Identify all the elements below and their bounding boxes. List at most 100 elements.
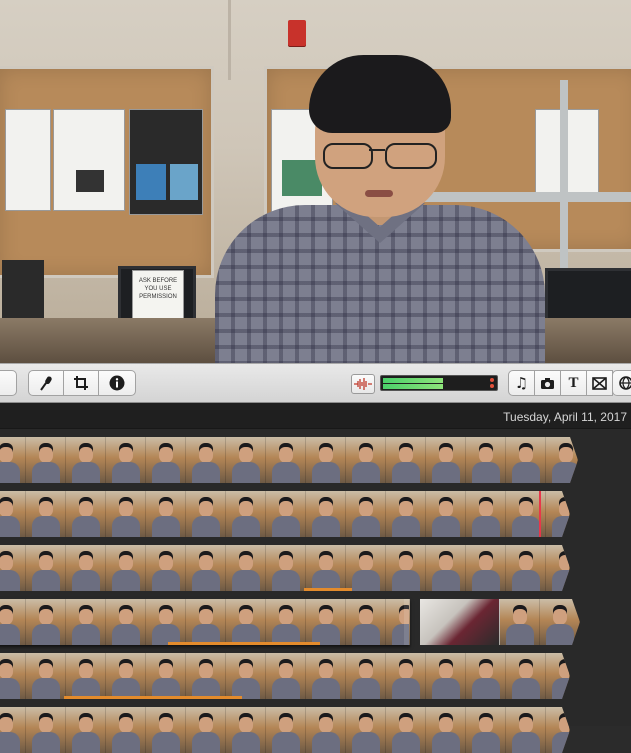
clip-thumbnail — [106, 599, 146, 645]
clip-thumbnail — [386, 653, 426, 699]
info-button[interactable] — [98, 370, 136, 396]
video-clip[interactable] — [0, 491, 570, 537]
clip-thumbnail — [0, 653, 26, 699]
clip-thumbnail — [426, 437, 466, 483]
clip-thumbnail — [266, 599, 306, 645]
clip-thumbnail — [0, 491, 26, 537]
clip-thumbnail — [546, 491, 570, 537]
clip-thumbnail — [420, 599, 500, 645]
clip-thumbnail — [146, 707, 186, 753]
clip-thumbnail — [106, 545, 146, 591]
clip-thumbnail — [66, 491, 106, 537]
clip-thumbnail — [386, 491, 426, 537]
video-clip[interactable] — [0, 653, 570, 699]
clip-thumbnail — [546, 437, 578, 483]
filmstrip-row — [0, 545, 570, 591]
clip-thumbnail — [26, 653, 66, 699]
clip-thumbnail — [66, 545, 106, 591]
clip-thumbnail — [0, 545, 26, 591]
clip-thumbnail — [226, 437, 266, 483]
clip-thumbnail — [26, 599, 66, 645]
clip-thumbnail — [26, 545, 66, 591]
photos-browser-button[interactable] — [534, 370, 561, 396]
voiceover-button[interactable] — [28, 370, 64, 396]
music-note-icon: ♫ — [515, 374, 528, 392]
clip-thumbnail — [226, 491, 266, 537]
audio-browser-button[interactable]: ♫ — [508, 370, 535, 396]
presenter — [215, 55, 545, 363]
clip-thumbnail — [426, 653, 466, 699]
event-browser[interactable]: Tuesday, April 11, 2017 — [0, 403, 631, 726]
clip-thumbnail — [386, 437, 426, 483]
globe-icon — [619, 376, 631, 390]
clip-thumbnail — [346, 707, 386, 753]
clip-thumbnail — [186, 653, 226, 699]
clip-thumbnail — [506, 653, 546, 699]
clip-thumbnail — [146, 599, 186, 645]
clip-thumbnail — [186, 491, 226, 537]
clip-thumbnail — [306, 653, 346, 699]
clip-thumbnail — [106, 437, 146, 483]
date-header: Tuesday, April 11, 2017 — [0, 403, 631, 429]
filmstrip-row — [0, 437, 578, 483]
clip-thumbnail — [546, 545, 570, 591]
clip-thumbnail — [506, 437, 546, 483]
audio-waveform-icon[interactable] — [351, 374, 375, 394]
clip-thumbnail — [106, 653, 146, 699]
clip-thumbnail — [426, 491, 466, 537]
clip-thumbnail — [426, 545, 466, 591]
clip-thumbnail — [66, 653, 106, 699]
video-clip[interactable] — [0, 437, 578, 483]
clip-thumbnail — [226, 653, 266, 699]
video-clip[interactable] — [0, 707, 570, 753]
clip-thumbnail — [346, 545, 386, 591]
clip-thumbnail — [466, 653, 506, 699]
3d-printer — [2, 260, 44, 322]
camera-icon — [540, 377, 555, 390]
permission-sign: ASK BEFORE YOU USE PERMISSION — [132, 270, 184, 322]
crop-icon — [73, 375, 89, 391]
clip-thumbnail — [506, 707, 546, 753]
filmstrip-row — [0, 491, 570, 537]
clip-thumbnail — [66, 707, 106, 753]
audio-level-meter — [380, 375, 498, 391]
clip-thumbnail — [266, 653, 306, 699]
clip-thumbnail — [226, 545, 266, 591]
clip-thumbnail — [346, 599, 386, 645]
video-clip[interactable] — [420, 599, 580, 645]
clip-thumbnail — [26, 707, 66, 753]
clip-thumbnail — [106, 707, 146, 753]
clip-thumbnail — [306, 491, 346, 537]
video-viewer[interactable]: ASK BEFORE YOU USE PERMISSION — [0, 0, 631, 363]
video-clip[interactable] — [0, 599, 410, 645]
titles-browser-button[interactable]: T — [560, 370, 587, 396]
clip-thumbnail — [426, 707, 466, 753]
corkboard-left — [0, 66, 214, 278]
clip-thumbnail — [266, 437, 306, 483]
clip-thumbnail — [540, 599, 580, 645]
clip-thumbnail — [146, 491, 186, 537]
clip-thumbnail — [306, 599, 346, 645]
glasses-right-lens — [385, 143, 437, 169]
video-clip[interactable] — [0, 545, 570, 591]
clip-thumbnail — [186, 545, 226, 591]
clip-thumbnail — [106, 491, 146, 537]
info-icon — [109, 375, 125, 391]
clip-thumbnail — [226, 707, 266, 753]
clip-thumbnail — [306, 437, 346, 483]
clip-thumbnail — [306, 707, 346, 753]
maps-browser-button[interactable] — [612, 370, 631, 396]
clip-thumbnail — [0, 437, 26, 483]
viewer-toolbar: ♫ T — [0, 363, 631, 403]
crop-button[interactable] — [63, 370, 99, 396]
clip-thumbnail — [266, 491, 306, 537]
clip-thumbnail — [66, 437, 106, 483]
clip-thumbnail — [386, 545, 426, 591]
clip-thumbnail — [186, 599, 226, 645]
skimmer-playhead[interactable] — [539, 491, 541, 537]
transitions-browser-button[interactable] — [586, 370, 613, 396]
clip-thumbnail — [466, 437, 506, 483]
clip-thumbnail — [266, 545, 306, 591]
previous-tool-button[interactable] — [0, 370, 17, 396]
filmstrip-row — [0, 707, 570, 753]
